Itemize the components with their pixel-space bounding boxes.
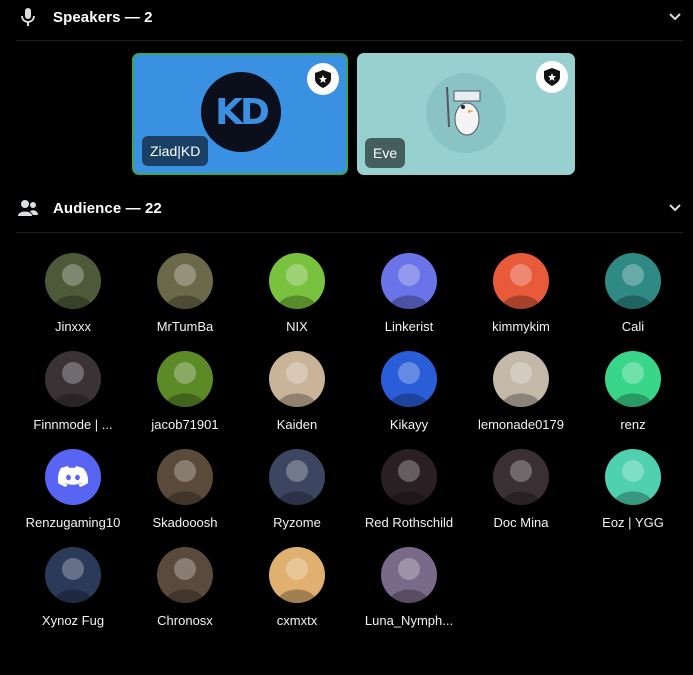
audience-member[interactable]: Xynoz Fug — [18, 547, 128, 628]
avatar — [45, 253, 101, 309]
microphone-icon — [18, 7, 38, 27]
member-name: Kikayy — [389, 417, 429, 432]
audience-member[interactable]: Doc Mina — [466, 449, 576, 530]
discord-logo-icon — [58, 466, 88, 487]
member-name: kimmykim — [492, 319, 550, 334]
moderator-badge-icon — [536, 61, 568, 93]
member-name: Kaiden — [276, 417, 318, 432]
speakers-title: Speakers — 2 — [53, 8, 153, 26]
member-name: Renzugaming10 — [25, 515, 121, 530]
member-name: Linkerist — [384, 319, 434, 334]
member-name: MrTumBa — [156, 319, 214, 334]
avatar — [269, 351, 325, 407]
avatar — [605, 449, 661, 505]
member-name: Chronosx — [157, 613, 213, 628]
avatar — [45, 547, 101, 603]
speaker-name: Ziad|KD — [142, 136, 209, 166]
speaker-tile[interactable]: Eve — [357, 53, 575, 175]
audience-member[interactable]: renz — [578, 351, 688, 432]
speaker-avatar — [426, 73, 506, 153]
audience-header[interactable]: Audience — 22 — [0, 191, 693, 225]
divider — [16, 232, 683, 233]
avatar — [157, 449, 213, 505]
avatar — [45, 351, 101, 407]
audience-member[interactable]: Cali — [578, 253, 688, 334]
member-name: Luna_Nymph... — [364, 613, 454, 628]
audience-member[interactable]: Renzugaming10 — [18, 449, 128, 530]
member-name: Xynoz Fug — [41, 613, 105, 628]
chevron-down-icon[interactable] — [667, 9, 683, 25]
audience-member[interactable]: lemonade0179 — [466, 351, 576, 432]
chevron-down-icon[interactable] — [667, 200, 683, 216]
avatar — [157, 351, 213, 407]
member-name: Doc Mina — [493, 515, 549, 530]
avatar — [157, 253, 213, 309]
avatar — [493, 449, 549, 505]
audience-title: Audience — 22 — [53, 199, 162, 217]
audience-member[interactable]: Finnmode | ... — [18, 351, 128, 432]
member-name: lemonade0179 — [477, 417, 565, 432]
avatar — [605, 253, 661, 309]
avatar — [605, 351, 661, 407]
member-name: renz — [620, 417, 646, 432]
member-name: Jinxxx — [54, 319, 92, 334]
speaker-tile[interactable]: KD Ziad|KD — [132, 53, 348, 175]
member-name: Red Rothschild — [364, 515, 454, 530]
audience-member[interactable]: Skadooosh — [130, 449, 240, 530]
member-name: jacob71901 — [151, 417, 219, 432]
audience-member[interactable]: Jinxxx — [18, 253, 128, 334]
member-name: Cali — [621, 319, 645, 334]
avatar — [493, 351, 549, 407]
audience-member[interactable]: MrTumBa — [130, 253, 240, 334]
audience-member[interactable]: kimmykim — [466, 253, 576, 334]
audience-member[interactable]: Chronosx — [130, 547, 240, 628]
people-icon — [18, 198, 38, 218]
avatar — [381, 449, 437, 505]
audience-member[interactable]: Luna_Nymph... — [354, 547, 464, 628]
avatar — [157, 547, 213, 603]
speakers-header[interactable]: Speakers — 2 — [0, 0, 693, 34]
audience-member[interactable]: Kaiden — [242, 351, 352, 432]
audience-member[interactable]: jacob71901 — [130, 351, 240, 432]
avatar — [493, 253, 549, 309]
divider — [16, 40, 683, 41]
member-name: Skadooosh — [152, 515, 218, 530]
audience-member[interactable]: Eoz | YGG — [578, 449, 688, 530]
avatar — [269, 449, 325, 505]
moderator-badge-icon — [307, 63, 339, 95]
audience-member[interactable]: Red Rothschild — [354, 449, 464, 530]
avatar — [269, 547, 325, 603]
avatar — [381, 253, 437, 309]
member-name: cxmxtx — [276, 613, 318, 628]
member-name: Finnmode | ... — [33, 417, 113, 432]
audience-member[interactable]: Linkerist — [354, 253, 464, 334]
speaker-name: Eve — [365, 138, 406, 168]
audience-member[interactable]: Kikayy — [354, 351, 464, 432]
member-name: NIX — [286, 319, 308, 334]
audience-member[interactable]: NIX — [242, 253, 352, 334]
speaker-avatar: KD — [201, 72, 281, 152]
avatar — [381, 547, 437, 603]
avatar — [269, 253, 325, 309]
avatar — [45, 449, 101, 505]
audience-member[interactable]: cxmxtx — [242, 547, 352, 628]
avatar — [381, 351, 437, 407]
member-name: Eoz | YGG — [602, 515, 664, 530]
member-name: Ryzome — [273, 515, 321, 530]
audience-member[interactable]: Ryzome — [242, 449, 352, 530]
